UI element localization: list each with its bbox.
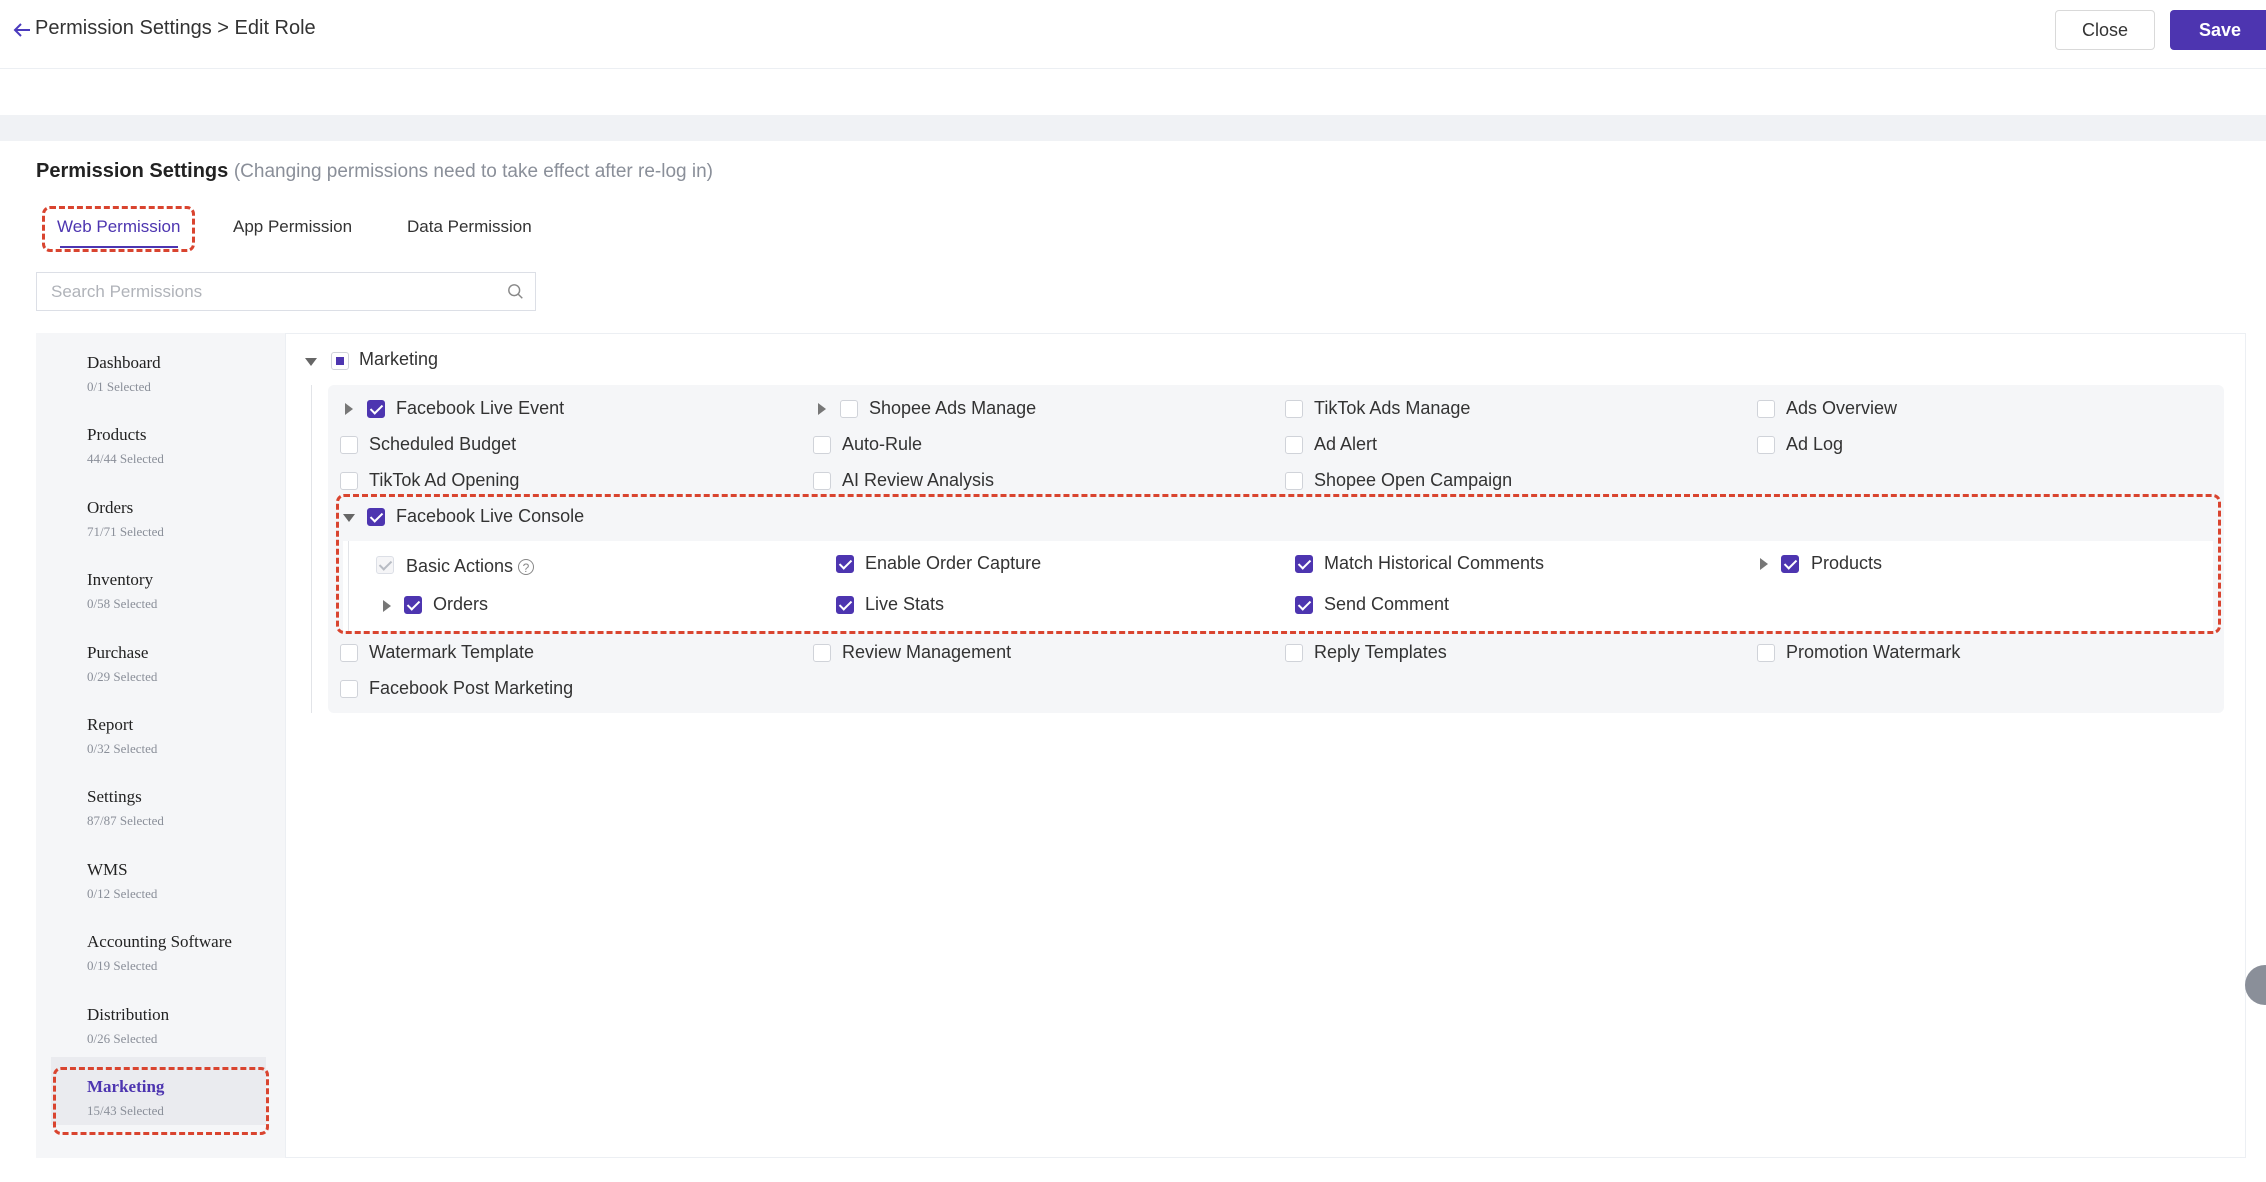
- sidebar-item-products[interactable]: Products 44/44 Selected: [51, 405, 266, 473]
- scheduled-budget-checkbox[interactable]: [340, 436, 358, 454]
- sidebar-item-count: 0/12 Selected: [87, 886, 158, 901]
- sidebar-item-label: Orders: [87, 498, 134, 517]
- ad-alert-checkbox[interactable]: [1285, 436, 1303, 454]
- sidebar-item-count: 71/71 Selected: [87, 524, 164, 539]
- sidebar-item-label: Accounting Software: [87, 932, 232, 951]
- section-title: Permission Settings (Changing permission…: [36, 160, 713, 183]
- perm-label: Shopee Open Campaign: [1314, 470, 1513, 490]
- marketing-checkbox[interactable]: [331, 352, 349, 370]
- perm-label: Shopee Ads Manage: [869, 398, 1037, 418]
- sidebar-item-count: 87/87 Selected: [87, 813, 164, 828]
- promotion-watermark-checkbox[interactable]: [1757, 644, 1775, 662]
- sidebar-item-dashboard[interactable]: Dashboard 0/1 Selected: [51, 333, 266, 401]
- shopee-ads-manage-checkbox[interactable]: [840, 400, 858, 418]
- breadcrumb: Permission Settings > Edit Role: [35, 17, 316, 39]
- sidebar-item-count: 0/26 Selected: [87, 1031, 158, 1046]
- perm-label: Ad Alert: [1314, 434, 1378, 454]
- perm-label: Watermark Template: [369, 642, 535, 662]
- toolbar-band: [11, 69, 2266, 115]
- sidebar-item-label: Distribution: [87, 1005, 170, 1024]
- sidebar-item-label: Products: [87, 425, 147, 444]
- highlight-console: [336, 494, 2221, 634]
- sidebar-item-inventory[interactable]: Inventory 0/58 Selected: [51, 550, 266, 618]
- facebook-post-marketing-checkbox[interactable]: [340, 680, 358, 698]
- sidebar-item-count: 0/1 Selected: [87, 379, 151, 394]
- sidebar-item-distribution[interactable]: Distribution 0/26 Selected: [51, 985, 266, 1053]
- perm-label: TikTok Ad Opening: [369, 470, 520, 490]
- watermark-template-checkbox[interactable]: [340, 644, 358, 662]
- highlight-marketing: [53, 1067, 269, 1135]
- reply-templates-checkbox[interactable]: [1285, 644, 1303, 662]
- review-management-checkbox[interactable]: [813, 644, 831, 662]
- close-button[interactable]: Close: [2055, 10, 2155, 50]
- back-arrow-icon[interactable]: [10, 18, 34, 42]
- sidebar-item-count: 0/32 Selected: [87, 741, 158, 756]
- sidebar-item-orders[interactable]: Orders 71/71 Selected: [51, 478, 266, 546]
- sidebar-item-label: Inventory: [87, 570, 154, 589]
- sidebar-item-count: 0/29 Selected: [87, 669, 158, 684]
- tiktok-ads-manage-checkbox[interactable]: [1285, 400, 1303, 418]
- sidebar-item-purchase[interactable]: Purchase 0/29 Selected: [51, 623, 266, 691]
- expand-icon[interactable]: [345, 403, 353, 415]
- perm-label: Facebook Post Marketing: [369, 678, 574, 698]
- ad-log-checkbox[interactable]: [1757, 436, 1775, 454]
- perm-label: Ad Log: [1786, 434, 1844, 454]
- tree-guide-line: [311, 385, 312, 713]
- sidebar-item-label: Report: [87, 715, 134, 734]
- perm-label: TikTok Ads Manage: [1314, 398, 1471, 418]
- perm-label: Review Management: [842, 642, 1012, 662]
- sidebar-item-report[interactable]: Report 0/32 Selected: [51, 695, 266, 763]
- ads-overview-checkbox[interactable]: [1757, 400, 1775, 418]
- sidebar-item-wms[interactable]: WMS 0/12 Selected: [51, 840, 266, 908]
- perm-label: AI Review Analysis: [842, 470, 995, 490]
- section-title-text: Permission Settings: [36, 160, 229, 182]
- ai-review-analysis-checkbox[interactable]: [813, 472, 831, 490]
- sidebar-item-count: 44/44 Selected: [87, 451, 164, 466]
- sidebar-item-accounting-software[interactable]: Accounting Software 0/19 Selected: [51, 912, 266, 980]
- sidebar-item-label: Settings: [87, 787, 142, 806]
- search-box: [36, 272, 536, 311]
- highlight-web-permission: [42, 206, 195, 252]
- perm-label: Facebook Live Event: [396, 398, 565, 418]
- perm-label: Ads Overview: [1786, 398, 1898, 418]
- section-hint: (Changing permissions need to take effec…: [233, 161, 713, 182]
- search-icon[interactable]: [507, 283, 525, 301]
- shopee-open-campaign-checkbox[interactable]: [1285, 472, 1303, 490]
- tree-root-label: Marketing: [359, 349, 439, 369]
- sidebar-item-label: Purchase: [87, 643, 149, 662]
- sidebar-item-label: WMS: [87, 860, 128, 879]
- tiktok-ad-opening-checkbox[interactable]: [340, 472, 358, 490]
- sidebar-item-count: 0/58 Selected: [87, 596, 158, 611]
- page-header: Permission Settings > Edit Role Close Sa…: [0, 0, 2266, 69]
- sidebar-item-label: Dashboard: [87, 353, 161, 372]
- sidebar-item-settings[interactable]: Settings 87/87 Selected: [51, 767, 266, 835]
- search-input[interactable]: [49, 273, 493, 311]
- perm-label: Auto-Rule: [842, 434, 923, 454]
- perm-label: Promotion Watermark: [1786, 642, 1961, 662]
- auto-rule-checkbox[interactable]: [813, 436, 831, 454]
- collapse-marketing-icon[interactable]: [305, 358, 317, 366]
- sidebar-item-count: 0/19 Selected: [87, 958, 158, 973]
- divider: [0, 115, 2266, 141]
- perm-label: Scheduled Budget: [369, 434, 517, 454]
- expand-icon[interactable]: [818, 403, 826, 415]
- facebook-live-event-checkbox[interactable]: [367, 400, 385, 418]
- perm-label: Reply Templates: [1314, 642, 1447, 662]
- save-button[interactable]: Save: [2170, 10, 2266, 50]
- tab-data-permission[interactable]: Data Permission: [407, 217, 532, 237]
- tab-app-permission[interactable]: App Permission: [233, 217, 352, 237]
